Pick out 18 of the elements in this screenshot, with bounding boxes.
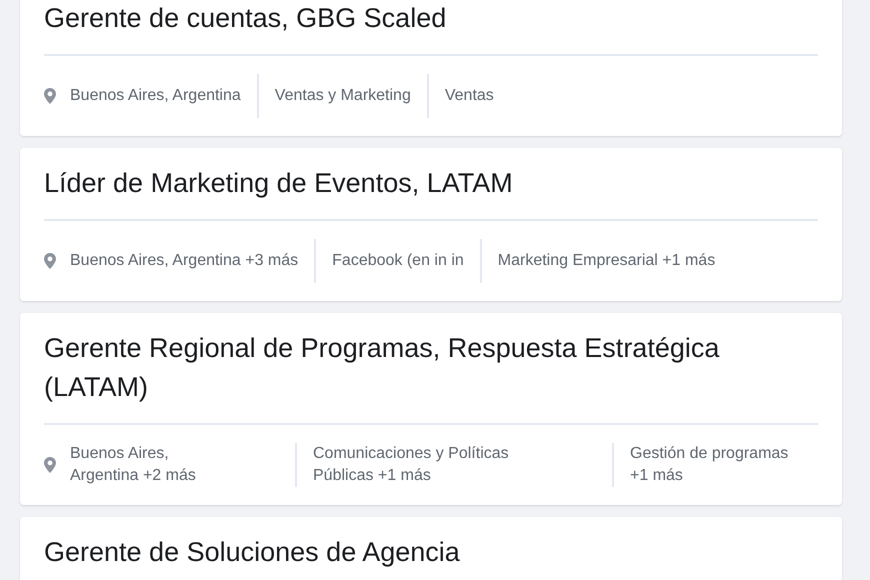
location-pin-icon	[44, 88, 56, 104]
job-location: Buenos Aires, Argentina +2 más	[70, 444, 197, 486]
job-category: Facebook (en in in	[332, 251, 464, 271]
job-location: Buenos Aires, Argentina +3 más	[70, 251, 298, 271]
job-title[interactable]: Gerente de cuentas, GBG Scaled	[44, 0, 818, 56]
job-title[interactable]: Líder de Marketing de Eventos, LATAM	[44, 148, 818, 221]
job-category: Marketing Empresarial +1 más	[498, 251, 716, 271]
job-category: Gestión de programas +1 más	[630, 444, 790, 486]
job-category: Comunicaciones y Políticas Públicas +1 más	[313, 444, 510, 486]
job-card[interactable]: Líder de Marketing de Eventos, LATAM Buenos Aires, Argentina +3 más Facebook (en in in Marketing Empresarial +1 más	[20, 148, 842, 301]
job-title[interactable]: Gerente Regional de Programas, Respuesta Estratégica (LATAM)	[44, 313, 818, 425]
job-location: Buenos Aires, Argentina	[70, 86, 241, 106]
location-pin-icon	[44, 457, 56, 473]
job-card[interactable]: Gerente de cuentas, GBG Scaled Buenos Aires, Argentina Ventas y Marketing Ventas	[20, 0, 842, 136]
job-category: Ventas	[444, 86, 494, 106]
job-card[interactable]: Gerente Regional de Programas, Respuesta Estratégica (LATAM) Buenos Aires, Argentina +2 más Comunicaciones y Políticas Públicas +1 más Gestión de programas +1 más	[20, 313, 842, 505]
job-category: Ventas y Marketing	[274, 86, 411, 106]
location-pin-icon	[44, 253, 56, 269]
